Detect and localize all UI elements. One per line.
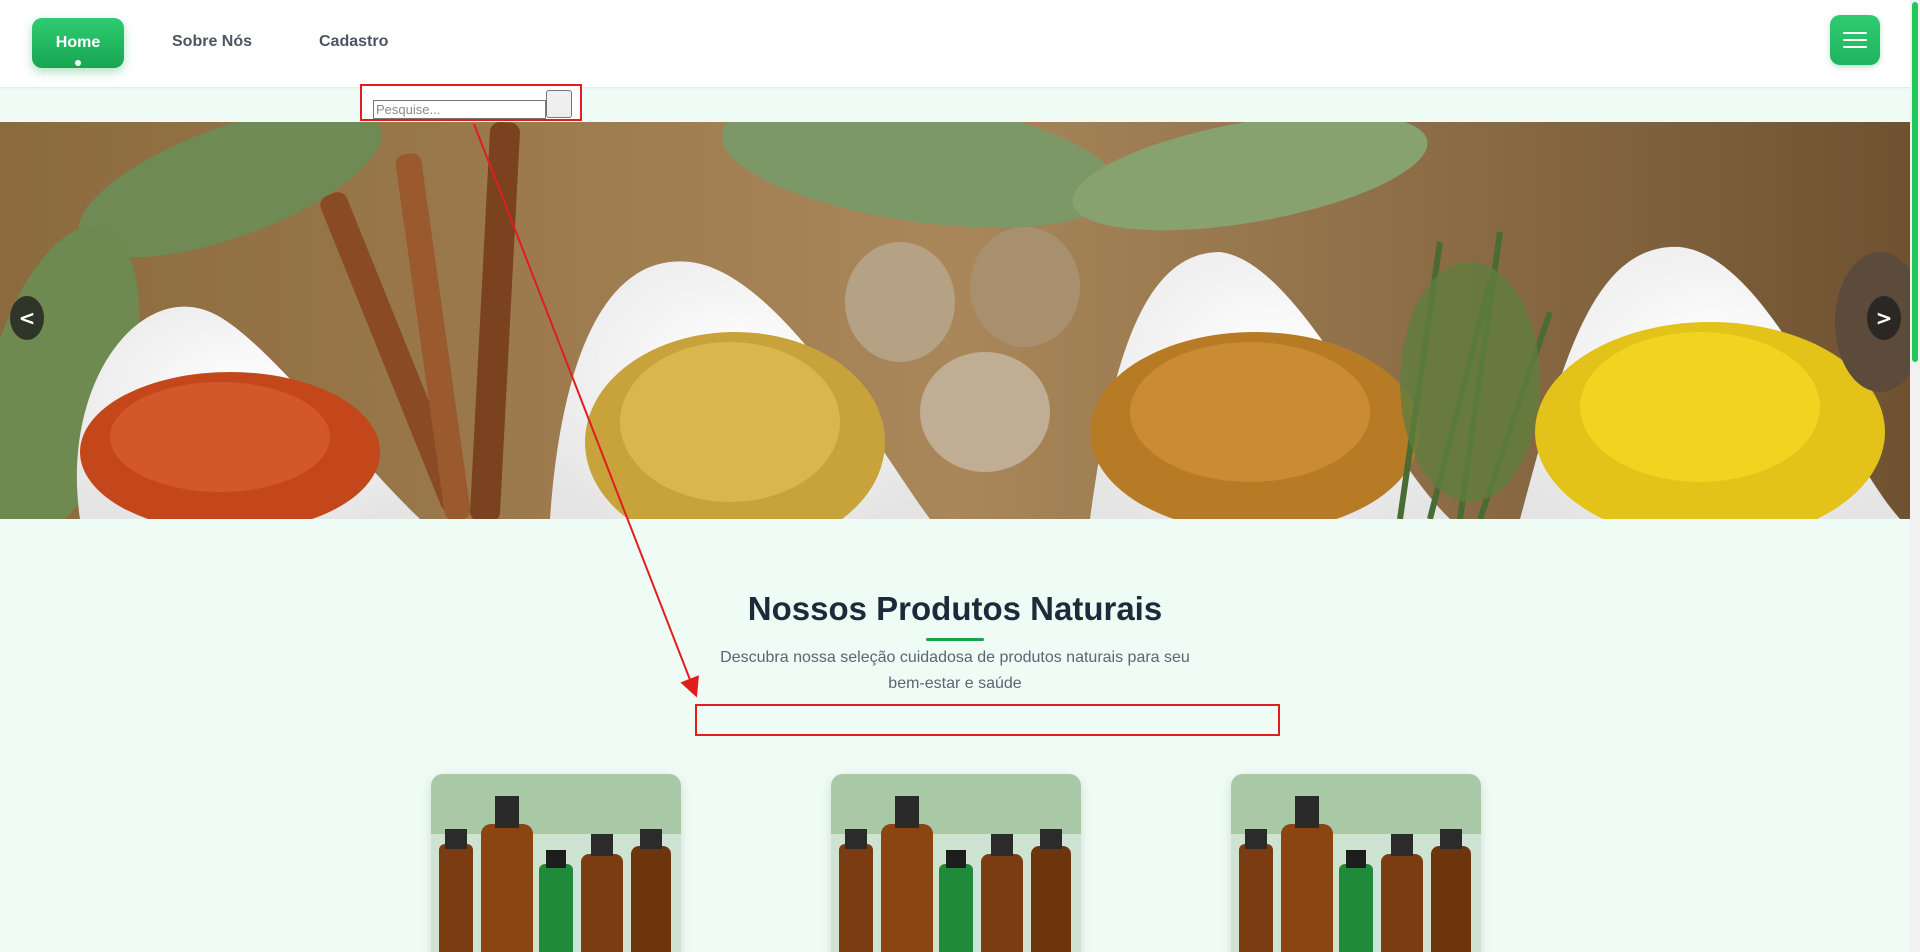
hero-carousel: < >: [0, 122, 1910, 519]
essential-oils-image: [831, 774, 1081, 952]
hamburger-menu-button[interactable]: [1830, 15, 1880, 65]
scrollbar-thumb[interactable]: [1912, 2, 1918, 362]
nav-home-label: Home: [55, 34, 101, 51]
title-underline: [926, 638, 984, 641]
nav-register-link[interactable]: Cadastro: [319, 33, 388, 51]
spices-banner-image: [0, 122, 1910, 519]
section-title: Nossos Produtos Naturais: [747, 590, 1163, 627]
annotation-target-box: [695, 704, 1280, 736]
hamburger-line: [1843, 46, 1867, 48]
essential-oils-image: [431, 774, 681, 952]
nav-home-button[interactable]: Home: [32, 18, 124, 68]
carousel-prev-button[interactable]: <: [10, 296, 44, 340]
product-card[interactable]: [831, 774, 1081, 952]
active-indicator-dot: [75, 60, 81, 66]
top-navbar: Home Sobre Nós Cadastro: [0, 0, 1910, 88]
hamburger-menu-icon: [1843, 32, 1867, 34]
nav-about-link[interactable]: Sobre Nós: [172, 33, 252, 51]
search-annotation-box: [360, 84, 582, 121]
hamburger-line: [1843, 39, 1867, 41]
product-card[interactable]: [431, 774, 681, 952]
search-input[interactable]: [373, 100, 546, 119]
section-subtitle: Descubra nossa seleção cuidadosa de prod…: [720, 649, 1190, 692]
page-scrollbar[interactable]: [1910, 0, 1920, 952]
carousel-next-button[interactable]: >: [1867, 296, 1901, 340]
product-card[interactable]: [1231, 774, 1481, 952]
search-button[interactable]: [546, 90, 572, 118]
essential-oils-image: [1231, 774, 1481, 952]
